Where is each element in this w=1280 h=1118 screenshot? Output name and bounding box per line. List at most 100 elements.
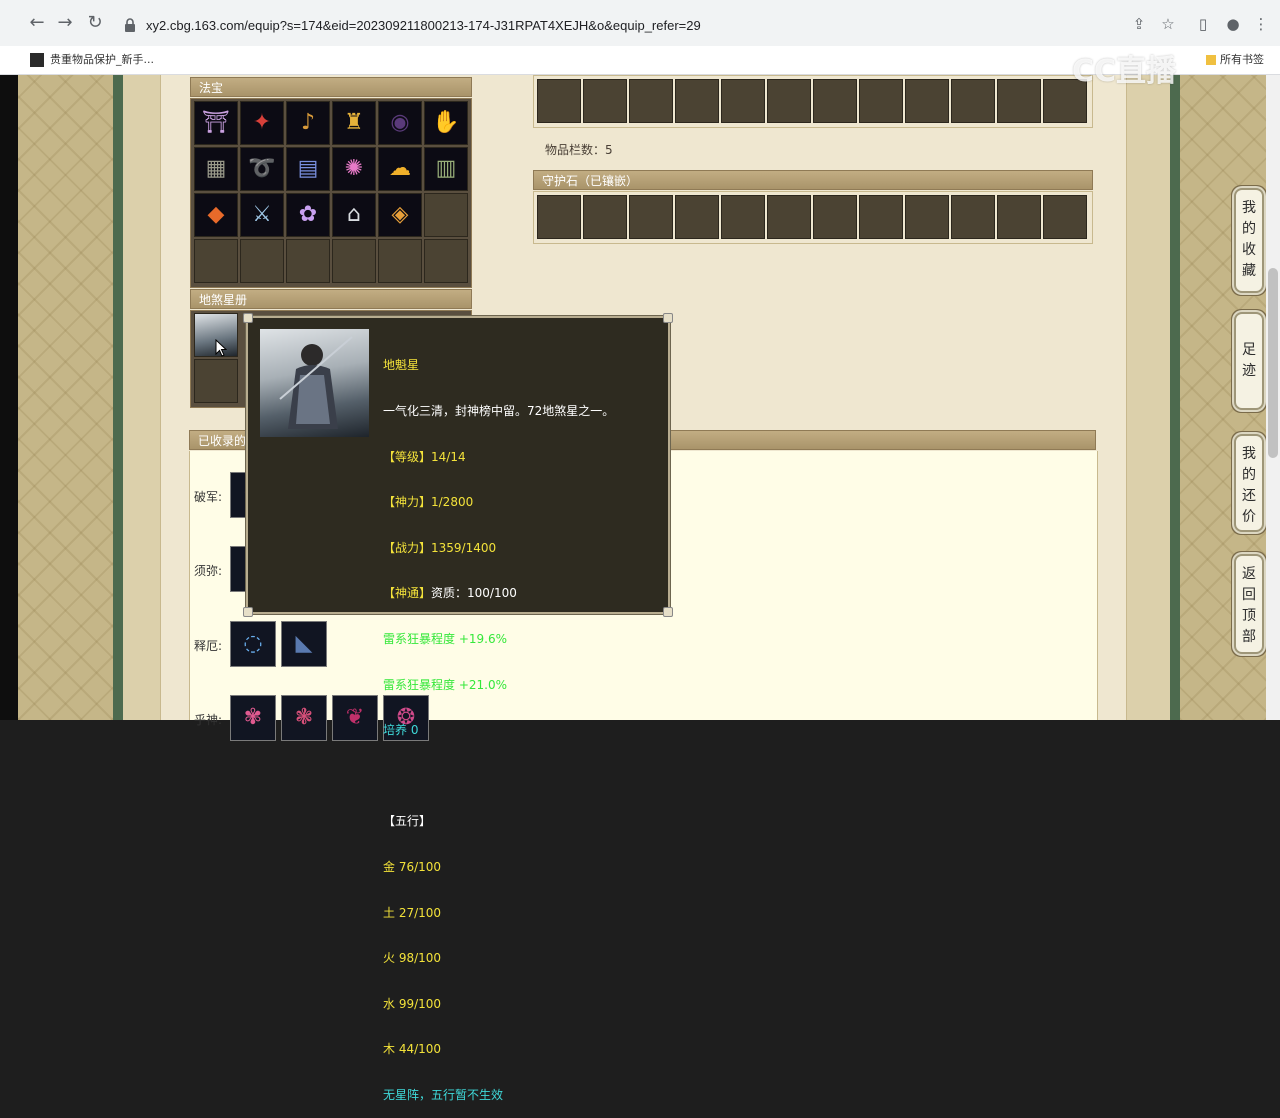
blue-ring-icon: ◌ — [243, 631, 263, 656]
decorative-wall-left — [18, 75, 113, 720]
swordsman-figure-icon — [279, 336, 353, 429]
sidenav-char: 我 — [1242, 446, 1256, 462]
guardian-slot[interactable] — [1043, 195, 1087, 239]
fabao-empty-slot[interactable] — [424, 239, 468, 283]
fabao-empty-slot[interactable] — [240, 239, 284, 283]
guardian-slot[interactable] — [537, 195, 581, 239]
guardian-slot[interactable] — [583, 195, 627, 239]
guardian-slot[interactable] — [813, 195, 857, 239]
guardian-header: 守护石（已镶嵌） — [533, 170, 1093, 190]
fabao-slot[interactable]: ♜ — [332, 101, 376, 145]
pipa-icon: ♪ — [300, 110, 316, 135]
golden-tower-icon: ♜ — [344, 110, 364, 135]
guardian-slot[interactable] — [951, 195, 995, 239]
collected-card[interactable]: ◣ — [281, 621, 327, 667]
fabao-empty-slot[interactable] — [424, 193, 468, 237]
wuxing-tu: 土 27/100 — [383, 905, 442, 920]
inventory-slot[interactable] — [997, 79, 1041, 123]
fabao-slot[interactable]: ▦ — [194, 147, 238, 191]
inventory-slot[interactable] — [583, 79, 627, 123]
guardian-slot[interactable] — [675, 195, 719, 239]
fabao-slot[interactable]: ➰ — [240, 147, 284, 191]
collected-row-label: 释厄: — [194, 639, 223, 653]
folder-icon — [1206, 55, 1216, 65]
inventory-capacity: 物品栏数：5 — [545, 143, 613, 157]
fabao-slot[interactable]: ⌂ — [332, 193, 376, 237]
fabao-slot[interactable]: ♪ — [286, 101, 330, 145]
wuxing-huo: 火 98/100 — [383, 951, 442, 966]
guardian-slot[interactable] — [997, 195, 1041, 239]
guardian-slot[interactable] — [905, 195, 949, 239]
disha-header: 地煞星册 — [190, 289, 472, 309]
fabao-slot[interactable]: ✋ — [424, 101, 468, 145]
back-arrow-icon[interactable]: ← — [26, 12, 48, 34]
fabao-slot[interactable]: ◆ — [194, 193, 238, 237]
inventory-slot[interactable] — [951, 79, 995, 123]
inventory-slot[interactable] — [629, 79, 673, 123]
fabao-slot[interactable]: ▥ — [424, 147, 468, 191]
inventory-slot[interactable] — [859, 79, 903, 123]
footprint-button[interactable]: 足迹 — [1234, 312, 1264, 410]
amber-gem-icon: ◈ — [391, 202, 409, 227]
fabao-slot[interactable]: ◉ — [378, 101, 422, 145]
fabao-slot[interactable]: ☁ — [378, 147, 422, 191]
fabao-slot[interactable]: ⛩ — [194, 101, 238, 145]
fabao-empty-slot[interactable] — [194, 239, 238, 283]
fabao-slot[interactable]: ✦ — [240, 101, 284, 145]
fabao-slot[interactable]: ✺ — [332, 147, 376, 191]
guardian-slot[interactable] — [721, 195, 765, 239]
fabao-slot[interactable]: ✿ — [286, 193, 330, 237]
all-bookmarks[interactable]: 所有书签 — [1206, 51, 1264, 67]
fabao-empty-slot[interactable] — [286, 239, 330, 283]
back-to-top-button[interactable]: 返回顶部 — [1234, 554, 1264, 654]
guardian-slot[interactable] — [767, 195, 811, 239]
dark-crystal-icon: ◣ — [295, 631, 313, 656]
sidenav-char: 回 — [1242, 587, 1256, 603]
url-text[interactable]: xy2.cbg.163.com/equip?s=174&eid=20230921… — [146, 18, 701, 33]
collected-row-label: 须弥: — [194, 564, 223, 578]
magic-lantern-icon: ⛩ — [202, 110, 230, 135]
guardian-slot[interactable] — [629, 195, 673, 239]
star-peiyang: 培养 0 — [383, 723, 419, 738]
collected-card[interactable]: ❦ — [332, 695, 378, 741]
scrollbar-thumb[interactable] — [1268, 268, 1278, 458]
guardian-row — [533, 191, 1093, 244]
menu-kebab-icon[interactable]: ⋮ — [1252, 15, 1270, 33]
ice-sword-icon: ⚔ — [252, 202, 272, 227]
inventory-slot[interactable] — [813, 79, 857, 123]
profile-icon[interactable]: ● — [1224, 15, 1242, 33]
fabao-slot[interactable]: ⚔ — [240, 193, 284, 237]
fabao-slot[interactable]: ▤ — [286, 147, 330, 191]
inventory-slot[interactable] — [675, 79, 719, 123]
wuxing-mu: 木 44/100 — [383, 1042, 442, 1057]
fabao-grid: ⛩ ✦ ♪ ♜ ◉ ✋ ▦ ➰ ▤ ✺ ☁ ▥ ◆ ⚔ ✿ ⌂ ◈ — [190, 98, 472, 288]
disha-empty-slot[interactable] — [194, 359, 238, 403]
collected-card[interactable]: ◌ — [230, 621, 276, 667]
inventory-slot[interactable] — [721, 79, 765, 123]
sidenav-char: 的 — [1242, 467, 1256, 483]
my-favorites-button[interactable]: 我的收藏 — [1234, 188, 1264, 293]
flame-seal-icon: ◆ — [207, 202, 225, 227]
watermark-text: CC直播 — [1072, 54, 1177, 89]
my-offers-button[interactable]: 我的还价 — [1234, 434, 1264, 532]
guardian-slot[interactable] — [859, 195, 903, 239]
share-icon[interactable]: ⇪ — [1130, 15, 1148, 33]
side-panel-icon[interactable]: ▯ — [1194, 15, 1212, 33]
sidenav-char: 返 — [1242, 566, 1256, 582]
inventory-slot[interactable] — [537, 79, 581, 123]
pink-lantern-icon: ✺ — [344, 156, 364, 181]
fabao-empty-slot[interactable] — [378, 239, 422, 283]
collected-card[interactable]: ❃ — [281, 695, 327, 741]
fabao-empty-slot[interactable] — [332, 239, 376, 283]
inventory-slot[interactable] — [905, 79, 949, 123]
fabao-slot[interactable]: ◈ — [378, 193, 422, 237]
inventory-slot[interactable] — [767, 79, 811, 123]
collected-card[interactable]: ✾ — [230, 695, 276, 741]
bookmark-item[interactable]: 贵重物品保护_新手... — [30, 51, 154, 67]
reload-icon[interactable]: ↻ — [84, 12, 106, 34]
golden-cloud-icon: ☁ — [389, 156, 411, 181]
collected-title: 已收录的 — [198, 434, 247, 448]
sidenav-char: 部 — [1242, 629, 1256, 645]
forward-arrow-icon[interactable]: → — [54, 12, 76, 34]
star-icon[interactable]: ☆ — [1159, 15, 1177, 33]
